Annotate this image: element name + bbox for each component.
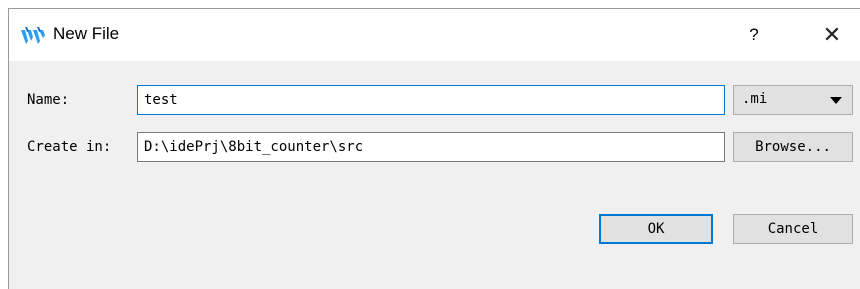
cancel-button[interactable]: Cancel [733,214,853,244]
gowin-logo-icon [21,27,45,44]
extension-selected-value: .mi [742,91,768,107]
create-in-label: Create in: [27,139,112,155]
create-in-input[interactable]: D:\idePrj\8bit_counter\src [137,132,725,162]
ok-button[interactable]: OK [599,214,713,244]
window-title: New File [53,24,120,43]
chevron-down-icon [830,97,842,104]
close-icon[interactable]: ✕ [817,22,847,48]
name-label: Name: [27,92,70,108]
browse-button[interactable]: Browse... [733,132,853,162]
new-file-dialog: New File ? ✕ Name: test .mi Create in: D… [8,8,860,289]
name-input[interactable]: test [137,85,725,115]
extension-dropdown[interactable]: .mi [733,85,853,115]
title-bar: New File ? ✕ [9,9,860,61]
help-button[interactable]: ? [739,22,769,48]
